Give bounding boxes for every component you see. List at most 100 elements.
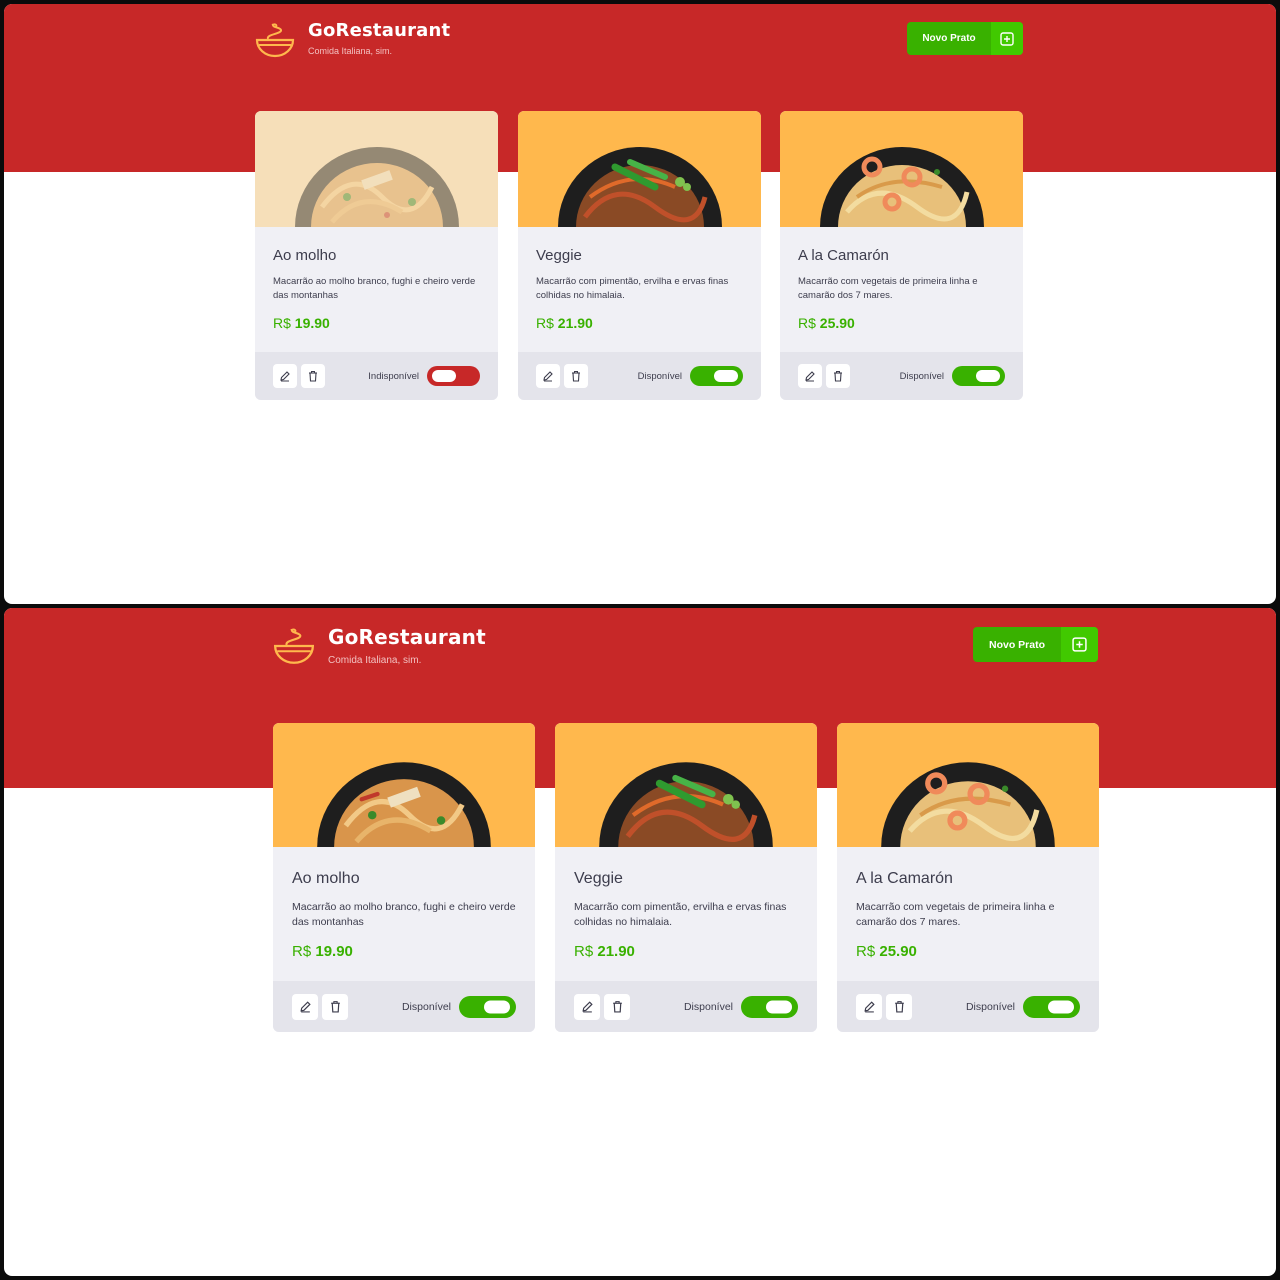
availability-toggle[interactable]: [690, 366, 743, 386]
price-value: 21.90: [597, 943, 635, 960]
delete-button[interactable]: [886, 993, 912, 1020]
availability-label: Disponível: [637, 370, 682, 382]
price-currency: R$: [536, 315, 554, 331]
food-card: A la Camarón Macarrão com vegetais de pr…: [837, 723, 1099, 1032]
pencil-icon: [543, 371, 553, 382]
food-image-container: [273, 723, 535, 847]
food-image-container: [837, 723, 1099, 847]
pencil-icon: [863, 1001, 875, 1013]
food-description: Macarrão com vegetais de primeira linha …: [856, 901, 1055, 928]
price-value: 19.90: [294, 315, 330, 331]
edit-button[interactable]: [856, 993, 882, 1020]
food-description: Macarrão com pimentão, ervilha e ervas f…: [574, 901, 787, 928]
brand-subtitle: Comida Italiana, sim.: [308, 46, 393, 56]
screenshot-bottom: GoRestaurant Comida Italiana, sim. Novo …: [4, 608, 1276, 1276]
food-description: Macarrão com vegetais de primeira linha …: [798, 276, 978, 301]
trash-icon: [612, 1001, 622, 1013]
toggle-knob: [1048, 1000, 1074, 1013]
card-footer: Disponível: [780, 352, 1023, 400]
food-card: Ao molho Macarrão ao molho branco, fughi…: [273, 723, 535, 1032]
food-name: Ao molho: [292, 870, 360, 887]
availability-label: Indisponível: [368, 370, 419, 382]
card-footer: Disponível: [555, 981, 817, 1032]
availability-label: Disponível: [401, 1000, 451, 1013]
price-value: 25.90: [819, 315, 855, 331]
trash-icon: [309, 371, 317, 382]
food-description: Macarrão ao molho branco, fughi e cheiro…: [273, 276, 476, 301]
pencil-icon: [805, 371, 815, 382]
food-image-container: [255, 111, 498, 227]
new-dish-button-label: Novo Prato: [922, 33, 976, 44]
brand-subtitle: Comida Italiana, sim.: [328, 655, 422, 666]
pasta-plate-image: [294, 147, 459, 227]
bowl-icon: [273, 628, 315, 664]
price-value: 21.90: [557, 315, 593, 331]
price-value: 19.90: [315, 943, 353, 960]
pencil-icon: [581, 1001, 593, 1013]
shrimp-pasta-image: [819, 147, 984, 227]
pencil-icon: [299, 1001, 311, 1013]
food-name: Veggie: [574, 870, 623, 887]
new-dish-button[interactable]: Novo Prato: [973, 627, 1098, 662]
plus-square-icon: [991, 22, 1023, 55]
edit-button[interactable]: [574, 993, 600, 1020]
trash-icon: [894, 1001, 904, 1013]
delete-button[interactable]: [826, 364, 850, 388]
edit-button[interactable]: [292, 993, 318, 1020]
price-currency: R$: [574, 943, 594, 960]
card-footer: Disponível: [837, 981, 1099, 1032]
card-footer: Indisponível: [255, 352, 498, 400]
brand-title: GoRestaurant: [328, 625, 486, 649]
edit-button[interactable]: [798, 364, 822, 388]
food-description: Macarrão com pimentão, ervilha e ervas f…: [536, 276, 729, 301]
availability-toggle[interactable]: [459, 995, 516, 1018]
food-description: Macarrão ao molho branco, fughi e cheiro…: [292, 901, 516, 928]
toggle-knob: [766, 1000, 792, 1013]
noodles-veggie-image: [557, 147, 722, 227]
availability-label: Disponível: [683, 1000, 733, 1013]
delete-button[interactable]: [322, 993, 348, 1020]
price-value: 25.90: [879, 943, 917, 960]
delete-button[interactable]: [604, 993, 630, 1020]
brand: GoRestaurant Comida Italiana, sim.: [254, 20, 450, 60]
delete-button[interactable]: [564, 364, 588, 388]
delete-button[interactable]: [301, 364, 325, 388]
brand-title: GoRestaurant: [308, 20, 451, 41]
availability-toggle[interactable]: [427, 366, 480, 386]
card-footer: Disponível: [518, 352, 761, 400]
price-currency: R$: [273, 315, 291, 331]
price-currency: R$: [798, 315, 816, 331]
availability-toggle[interactable]: [1023, 995, 1080, 1018]
new-dish-button[interactable]: Novo Prato: [907, 22, 1023, 55]
price-currency: R$: [292, 943, 312, 960]
food-card: Veggie Macarrão com pimentão, ervilha e …: [555, 723, 817, 1032]
food-image-container: [555, 723, 817, 847]
food-image-container: [780, 111, 1023, 227]
food-card: Veggie Macarrão com pimentão, ervilha e …: [518, 111, 761, 400]
trash-icon: [572, 371, 580, 382]
shrimp-pasta-image: [881, 762, 1055, 847]
food-image-container: [518, 111, 761, 227]
trash-icon: [330, 1001, 340, 1013]
bowl-icon: [255, 23, 295, 58]
food-name: Veggie: [536, 247, 582, 264]
availability-toggle[interactable]: [952, 366, 1005, 386]
food-name: Ao molho: [273, 247, 337, 264]
edit-button[interactable]: [273, 364, 297, 388]
food-price: R$ 19.90: [292, 943, 516, 960]
card-footer: Disponível: [273, 981, 535, 1032]
toggle-knob: [432, 370, 456, 382]
food-price: R$ 21.90: [574, 943, 798, 960]
plus-square-icon: [1061, 627, 1098, 662]
food-price: R$ 19.90: [273, 315, 480, 331]
food-card: Ao molho Macarrão ao molho branco, fughi…: [255, 111, 498, 400]
screenshot-top: GoRestaurant Comida Italiana, sim. Novo …: [4, 4, 1276, 604]
food-price: R$ 25.90: [798, 315, 1005, 331]
food-card: A la Camarón Macarrão com vegetais de pr…: [780, 111, 1023, 400]
edit-button[interactable]: [536, 364, 560, 388]
availability-toggle[interactable]: [741, 995, 798, 1018]
pasta-plate-image: [317, 762, 491, 847]
brand: GoRestaurant Comida Italiana, sim.: [272, 625, 486, 667]
toggle-knob: [714, 370, 738, 382]
food-name: A la Camarón: [856, 870, 953, 887]
